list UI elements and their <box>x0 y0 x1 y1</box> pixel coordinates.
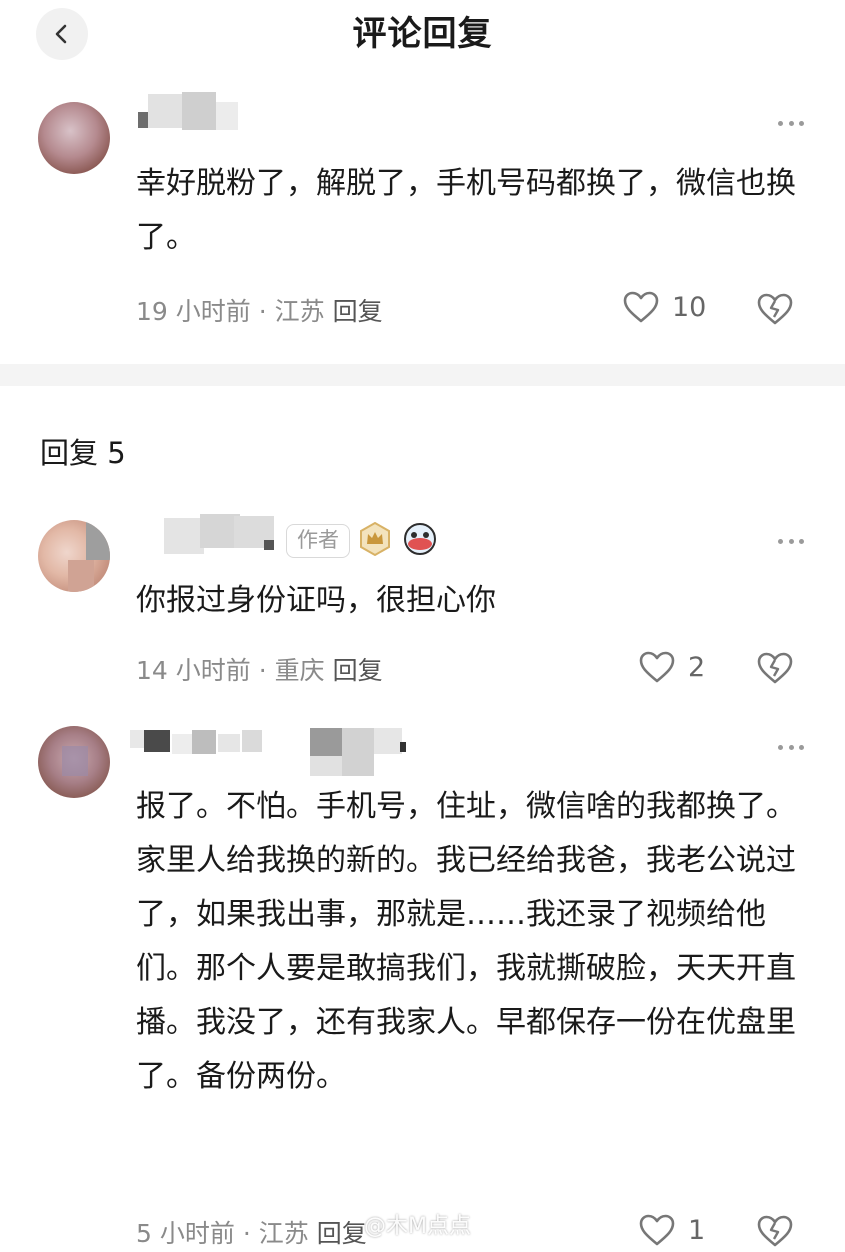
heart-icon <box>639 1214 675 1246</box>
section-divider <box>0 364 845 386</box>
username-blurred[interactable] <box>130 726 410 776</box>
like-count: 1 <box>688 1214 706 1246</box>
heart-icon <box>639 651 675 683</box>
reply-button[interactable]: 回复 <box>333 656 383 685</box>
like-button[interactable]: 1 <box>638 1213 705 1247</box>
like-button[interactable]: 2 <box>638 650 705 684</box>
replies-count-header: 回复 5 <box>40 436 126 470</box>
more-options-button[interactable] <box>778 119 804 127</box>
avatar[interactable] <box>38 726 110 798</box>
comment-meta: 19 小时前 · 江苏 回复 <box>136 297 383 326</box>
comment-time: 19 小时前 <box>136 297 251 326</box>
reply-button[interactable]: 回复 <box>333 297 383 326</box>
reply-location: 江苏 <box>258 1219 309 1248</box>
reply-time: 5 小时前 <box>136 1219 235 1248</box>
page-title: 评论回复 <box>352 14 493 54</box>
more-options-button[interactable] <box>778 537 804 545</box>
dislike-button[interactable] <box>756 651 794 689</box>
heart-icon <box>623 291 659 323</box>
like-count: 2 <box>688 651 706 683</box>
dislike-button[interactable] <box>756 1214 794 1252</box>
reply-time: 14 小时前 <box>136 656 251 685</box>
watermark: @木M点点 <box>364 1214 471 1239</box>
sticker-badge-icon <box>402 522 438 560</box>
username-blurred[interactable] <box>164 512 280 558</box>
reply-meta: 5 小时前 · 江苏 回复 <box>136 1219 367 1248</box>
crown-badge-icon <box>358 521 392 560</box>
like-button[interactable]: 10 <box>622 290 706 324</box>
dislike-button[interactable] <box>756 292 794 330</box>
username-blurred[interactable] <box>134 92 244 138</box>
like-count: 10 <box>672 291 707 323</box>
broken-heart-icon <box>757 652 793 684</box>
comment-location: 江苏 <box>274 297 325 326</box>
reply-meta: 14 小时前 · 重庆 回复 <box>136 656 383 685</box>
broken-heart-icon <box>757 1215 793 1247</box>
comment-text: 幸好脱粉了，解脱了，手机号码都换了，微信也换了。 <box>136 166 796 255</box>
reply-location: 重庆 <box>274 656 325 685</box>
reply-text: 你报过身份证吗，很担心你 <box>136 583 496 618</box>
avatar[interactable] <box>38 520 110 592</box>
avatar[interactable] <box>38 102 110 174</box>
header-bar: 评论回复 <box>0 0 845 66</box>
author-badge: 作者 <box>286 524 350 558</box>
reply-button[interactable]: 回复 <box>317 1219 367 1248</box>
more-options-button[interactable] <box>778 743 804 751</box>
broken-heart-icon <box>757 293 793 325</box>
reply-text: 报了。不怕。手机号，住址，微信啥的我都换了。家里人给我换的新的。我已经给我爸，我… <box>136 789 796 1094</box>
